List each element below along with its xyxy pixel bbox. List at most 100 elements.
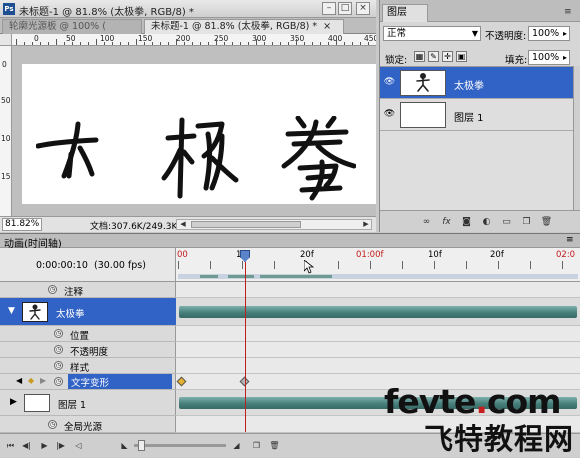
panel-menu-icon[interactable]: ≡ bbox=[564, 7, 572, 17]
horizontal-scrollbar[interactable]: ◀ ▶ bbox=[176, 219, 372, 230]
minimize-button[interactable]: – bbox=[322, 2, 336, 15]
layer-name[interactable]: 太极拳 bbox=[454, 77, 484, 92]
first-frame-icon[interactable]: ⏮ bbox=[4, 440, 17, 452]
prev-frame-icon[interactable]: ◀| bbox=[20, 440, 33, 452]
close-button[interactable]: × bbox=[356, 2, 370, 15]
onion-skin-icon[interactable]: ❐ bbox=[250, 440, 263, 452]
close-icon[interactable]: × bbox=[323, 21, 331, 32]
ruler-tick bbox=[232, 42, 233, 45]
track-position[interactable] bbox=[176, 326, 580, 342]
track-layer-taiji[interactable] bbox=[176, 298, 580, 326]
opacity-field[interactable]: 100% ▸ bbox=[528, 26, 570, 41]
document-canvas[interactable] bbox=[22, 64, 376, 204]
eye-icon[interactable]: 👁 bbox=[383, 109, 396, 120]
row-position[interactable]: ◷ 位置 bbox=[0, 326, 176, 342]
time-ruler-tick bbox=[402, 261, 403, 269]
layer-duration-bar[interactable] bbox=[179, 306, 577, 318]
add-keyframe-icon[interactable]: ◆ bbox=[28, 376, 34, 385]
timeline-zoom-slider[interactable] bbox=[134, 444, 226, 447]
row-label: 样式 bbox=[70, 363, 90, 374]
link-layers-icon[interactable]: ∞ bbox=[420, 216, 433, 228]
canvas-area[interactable] bbox=[12, 46, 376, 216]
row-style[interactable]: ◷ 样式 bbox=[0, 358, 176, 374]
layer-row-taiji[interactable]: 👁 太极拳 bbox=[380, 67, 573, 99]
ruler-label: 0 bbox=[2, 60, 7, 69]
stopwatch-icon[interactable]: ◷ bbox=[48, 285, 57, 294]
layer-thumbnail[interactable] bbox=[400, 102, 446, 128]
lock-image-icon[interactable]: ✎ bbox=[428, 51, 439, 62]
stopwatch-icon[interactable]: ◷ bbox=[54, 377, 63, 386]
keyframe-icon[interactable] bbox=[176, 376, 187, 387]
row-layer-1[interactable]: ▶ 图层 1 bbox=[0, 390, 176, 416]
cached-frames bbox=[200, 275, 218, 278]
fill-label: 填充: bbox=[505, 55, 528, 66]
layer-mask-icon[interactable]: ◙ bbox=[460, 216, 473, 228]
zoom-field[interactable]: 81.82% bbox=[2, 218, 42, 231]
row-global-light[interactable]: ◷ 全局光源 bbox=[0, 416, 176, 433]
scroll-thumb[interactable] bbox=[191, 221, 301, 228]
tab-label: 轮廓光源板 @ 100% ( bbox=[9, 21, 106, 32]
zoom-in-icon[interactable]: ◢ bbox=[230, 440, 243, 452]
vertical-ruler[interactable]: 0 50 100 150 bbox=[0, 46, 12, 216]
stopwatch-icon[interactable]: ◷ bbox=[54, 345, 63, 354]
lock-transparency-icon[interactable]: ▦ bbox=[414, 51, 425, 62]
panel-menu-icon[interactable]: ≡ bbox=[566, 235, 574, 245]
track-style[interactable] bbox=[176, 358, 580, 374]
zoom-slider-knob[interactable] bbox=[138, 440, 145, 451]
new-layer-icon[interactable]: ❐ bbox=[520, 216, 533, 228]
delete-layer-icon[interactable]: 🗑 bbox=[540, 216, 553, 228]
stopwatch-icon[interactable]: ◷ bbox=[54, 329, 63, 338]
layers-scrollbar[interactable] bbox=[573, 66, 580, 210]
stopwatch-icon[interactable]: ◷ bbox=[48, 420, 57, 429]
delete-keyframes-icon[interactable]: 🗑 bbox=[268, 440, 281, 452]
horizontal-ruler[interactable]: 0 50 100 150 200 250 300 350 400 450 bbox=[12, 34, 376, 46]
blend-mode-select[interactable]: 正常 ▼ bbox=[383, 26, 481, 41]
layer-name[interactable]: 图层 1 bbox=[454, 109, 484, 124]
ruler-label: 50 bbox=[66, 34, 76, 43]
layer-row-layer1[interactable]: 👁 图层 1 bbox=[380, 99, 573, 131]
fill-field[interactable]: 100% ▸ bbox=[528, 50, 570, 65]
row-opacity[interactable]: ◷ 不透明度 bbox=[0, 342, 176, 358]
ruler-tick bbox=[16, 39, 17, 45]
stopwatch-icon[interactable]: ◷ bbox=[54, 361, 63, 370]
row-label: 图层 1 bbox=[58, 400, 87, 411]
ruler-origin[interactable] bbox=[0, 34, 12, 46]
ruler-tick bbox=[288, 42, 289, 45]
row-layer-taiji[interactable]: ▼ 太极拳 bbox=[0, 298, 176, 326]
time-ruler[interactable]: 00 10f 20f 01:00f 10f 20f 02:0 bbox=[176, 248, 580, 282]
time-ruler-tick bbox=[274, 261, 275, 269]
next-keyframe-icon[interactable]: ▶ bbox=[40, 376, 46, 385]
track-opacity[interactable] bbox=[176, 342, 580, 358]
prev-keyframe-icon[interactable]: ◀ bbox=[16, 376, 22, 385]
current-time[interactable]: 0:00:00:10 bbox=[36, 260, 88, 271]
track-comments[interactable] bbox=[176, 282, 580, 298]
maximize-button[interactable]: □ bbox=[338, 2, 352, 15]
tab-outline-doc[interactable]: 轮廓光源板 @ 100% ( bbox=[2, 19, 142, 34]
next-frame-icon[interactable]: |▶ bbox=[54, 440, 67, 452]
tab-untitled-1[interactable]: 未标题-1 @ 81.8% (太极拳, RGB/8) * × bbox=[144, 19, 344, 34]
layer-style-icon[interactable]: fx bbox=[440, 216, 453, 228]
ruler-tick bbox=[80, 42, 81, 45]
lock-all-icon[interactable]: ▣ bbox=[456, 51, 467, 62]
row-text-warp[interactable]: ◀ ◆ ▶ ◷ 文字变形 bbox=[0, 374, 176, 390]
row-comments[interactable]: ◷ 注释 bbox=[0, 282, 176, 298]
eye-icon[interactable]: 👁 bbox=[383, 77, 396, 88]
expand-triangle-icon[interactable]: ▶ bbox=[10, 397, 17, 407]
new-group-icon[interactable]: ▭ bbox=[500, 216, 513, 228]
collapse-triangle-icon[interactable]: ▼ bbox=[8, 306, 15, 316]
zoom-out-icon[interactable]: ◣ bbox=[118, 440, 131, 452]
ruler-label: 150 bbox=[1, 172, 11, 181]
row-label: 注释 bbox=[64, 287, 84, 298]
lock-position-icon[interactable]: ✛ bbox=[442, 51, 453, 62]
adjustment-layer-icon[interactable]: ◐ bbox=[480, 216, 493, 228]
audio-icon[interactable]: ◁ bbox=[72, 440, 85, 452]
document-size[interactable]: 文档:307.6K/249.3K bbox=[90, 219, 177, 232]
row-label: 文字变形 bbox=[71, 378, 110, 389]
scroll-right-icon[interactable]: ▶ bbox=[361, 220, 371, 229]
scroll-left-icon[interactable]: ◀ bbox=[178, 220, 188, 229]
play-icon[interactable]: ▶ bbox=[38, 440, 51, 452]
tab-layers[interactable]: 图层 bbox=[382, 4, 428, 22]
layer-thumbnail[interactable] bbox=[400, 70, 446, 96]
ruler-tick bbox=[312, 42, 313, 45]
time-ruler-label: 02:0 bbox=[556, 250, 576, 260]
